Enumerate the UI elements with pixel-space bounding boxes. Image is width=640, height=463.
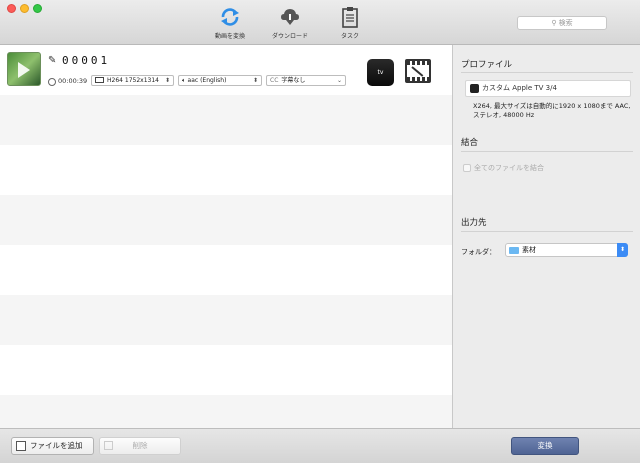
- cc-icon: CC: [270, 77, 279, 84]
- profile-name: カスタム Apple TV 3/4: [482, 84, 557, 92]
- merge-label: 全てのファイルを結合: [474, 164, 544, 172]
- audio-track-value: aac (English): [187, 77, 227, 84]
- minimize-window-button[interactable]: [20, 4, 29, 13]
- add-file-label: ファイルを追加: [30, 441, 83, 450]
- empty-row: [0, 395, 452, 428]
- clipboard-icon: [342, 7, 358, 28]
- output-title: 出力先: [461, 218, 487, 228]
- chevron-down-icon: ⌄: [336, 77, 342, 84]
- search-placeholder: 検索: [558, 19, 573, 27]
- video-thumbnail[interactable]: [7, 52, 41, 86]
- profile-select[interactable]: カスタム Apple TV 3/4: [465, 80, 631, 97]
- add-file-icon: [16, 441, 26, 451]
- delete-icon: [104, 441, 113, 450]
- add-file-button[interactable]: ファイルを追加: [11, 437, 94, 455]
- video-edit-icon[interactable]: [405, 59, 431, 83]
- task-tab[interactable]: タスク: [320, 6, 380, 42]
- file-row[interactable]: ✎ 00001 00:00:39 H264 1752x1314 ⬍ 🔈︎ aac…: [0, 45, 452, 95]
- task-label: タスク: [340, 33, 359, 40]
- video-track-value: H264 1752x1314: [107, 77, 159, 84]
- apple-tv-small-icon: [470, 84, 479, 93]
- video-track-select[interactable]: H264 1752x1314 ⬍: [91, 75, 174, 86]
- chevron-updown-icon: ⬍: [164, 77, 170, 84]
- apple-tv-label: tv: [377, 69, 384, 76]
- play-icon: [18, 62, 30, 78]
- convert-label: 変換: [537, 441, 553, 450]
- empty-row: [0, 95, 452, 145]
- profile-title: プロファイル: [461, 60, 513, 70]
- empty-row: [0, 195, 452, 245]
- subtitle-select[interactable]: CC 字幕なし ⌄: [266, 75, 346, 86]
- search-icon: ⚲: [551, 19, 559, 27]
- download-label: ダウンロード: [271, 33, 308, 40]
- clock-icon: [48, 78, 56, 86]
- cloud-download-icon: [281, 9, 299, 25]
- duration: 00:00:39: [58, 77, 88, 85]
- folder-select[interactable]: 素材 ⬍: [505, 243, 628, 257]
- video-track-icon: [95, 77, 104, 83]
- folder-icon: [509, 247, 519, 254]
- pencil-icon[interactable]: ✎: [48, 55, 56, 66]
- chevron-updown-icon: ⬍: [252, 77, 258, 84]
- zoom-window-button[interactable]: [33, 4, 42, 13]
- delete-button[interactable]: 削除: [99, 437, 181, 455]
- merge-title: 結合: [461, 138, 479, 148]
- convert-video-label: 動画を変換: [214, 33, 245, 40]
- delete-label: 削除: [132, 441, 148, 450]
- subtitle-value: 字幕なし: [281, 77, 306, 84]
- search-input[interactable]: ⚲ 検索: [517, 16, 607, 30]
- close-window-button[interactable]: [7, 4, 16, 13]
- folder-label: フォルダ：: [461, 248, 496, 256]
- settings-panel: プロファイル カスタム Apple TV 3/4 X264, 最大サイズは自動的…: [453, 45, 640, 428]
- empty-row: [0, 295, 452, 345]
- profile-description: X264, 最大サイズは自動的に1920 x 1080まで AAC, ステレオ,…: [473, 102, 631, 119]
- merge-checkbox[interactable]: [463, 164, 471, 172]
- audio-track-select[interactable]: 🔈︎ aac (English) ⬍: [178, 75, 262, 86]
- download-tab[interactable]: ダウンロード: [260, 6, 320, 42]
- bottom-bar: ファイルを追加 削除 変換: [0, 428, 640, 463]
- file-list: ✎ 00001 00:00:39 H264 1752x1314 ⬍ 🔈︎ aac…: [0, 45, 452, 428]
- apple-tv-icon[interactable]: tv: [367, 59, 394, 86]
- toolbar: 動画を変換 ダウンロード タスク ⚲ 検索: [0, 0, 640, 45]
- convert-video-tab[interactable]: 動画を変換: [200, 6, 260, 42]
- chevron-updown-icon: ⬍: [617, 243, 628, 257]
- refresh-icon: [221, 8, 239, 26]
- folder-value: 素材: [522, 246, 536, 254]
- convert-button[interactable]: 変換: [511, 437, 579, 455]
- file-name[interactable]: 00001: [62, 54, 110, 67]
